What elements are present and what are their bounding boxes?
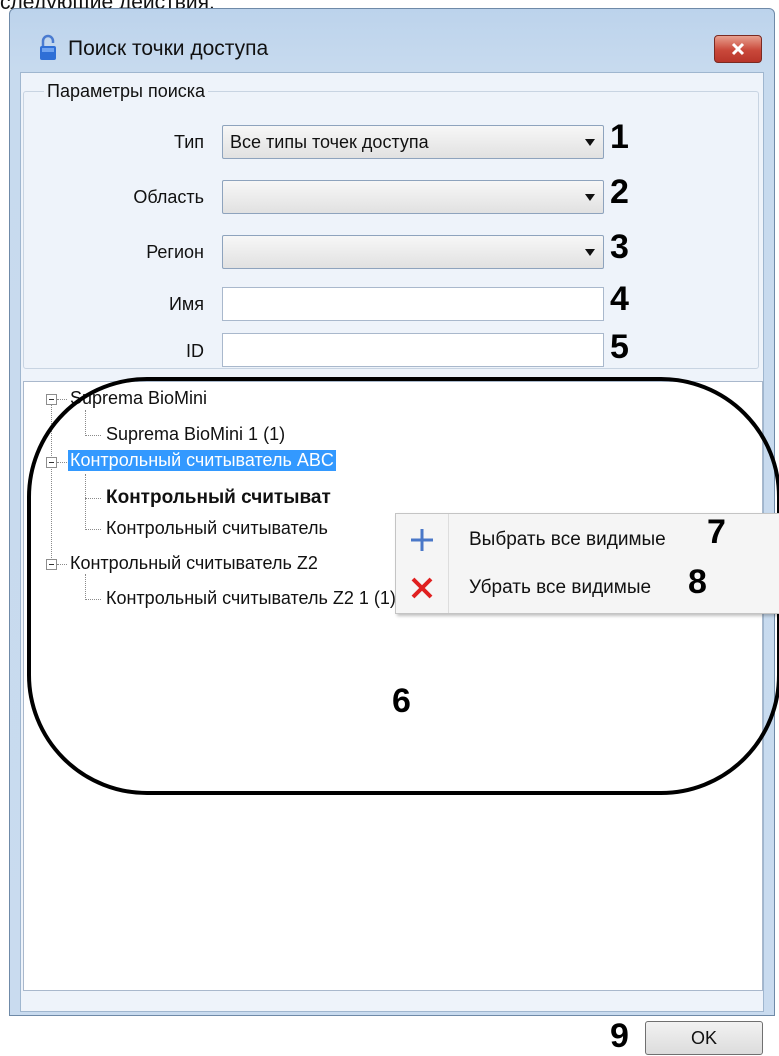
tree-line <box>85 410 86 436</box>
marker-4: 4 <box>610 280 629 318</box>
type-select-value: Все типы точек доступа <box>230 132 429 152</box>
marker-5: 5 <box>610 328 629 366</box>
id-label: ID <box>186 341 204 361</box>
collapse-icon[interactable] <box>46 457 57 468</box>
lock-icon <box>40 34 56 60</box>
search-params-legend: Параметры поиска <box>44 81 209 102</box>
marker-9: 9 <box>610 1017 629 1055</box>
chevron-down-icon <box>585 249 595 256</box>
tree-line <box>85 435 101 436</box>
area-label: Область <box>133 187 204 207</box>
marker-3: 3 <box>610 228 629 266</box>
plus-icon <box>411 529 433 551</box>
close-button[interactable] <box>714 35 762 63</box>
marker-2: 2 <box>610 173 629 211</box>
type-select[interactable]: Все типы точек доступа <box>222 125 604 159</box>
marker-7: 7 <box>707 513 726 551</box>
tree-node-selected[interactable]: Контрольный считыватель ABC <box>68 450 336 471</box>
tree-line <box>57 462 67 463</box>
ok-button[interactable]: OK <box>645 1021 763 1055</box>
dialog-body: Параметры поиска Тип Все типы точек дост… <box>20 72 779 1055</box>
type-label: Тип <box>173 132 204 152</box>
tree-node[interactable]: Контрольный считыватель <box>106 518 328 539</box>
access-point-tree[interactable]: Suprema BioMini Suprema BioMini 1 (1) Ко… <box>23 381 763 991</box>
area-select[interactable] <box>222 180 604 214</box>
cross-icon <box>411 577 433 599</box>
region-select[interactable] <box>222 235 604 269</box>
collapse-icon[interactable] <box>46 394 57 405</box>
tree-node[interactable]: Контрольный считыватель Z2 1 (1) <box>106 588 396 609</box>
tree-node[interactable]: Suprema BioMini <box>70 388 207 409</box>
tree-line <box>85 498 101 499</box>
search-params-group: Параметры поиска Тип Все типы точек дост… <box>23 81 759 369</box>
menu-item-label: Выбрать все видимые <box>469 529 666 550</box>
name-label: Имя <box>168 294 204 314</box>
title-bar: Поиск точки доступа <box>10 9 774 65</box>
tree-node[interactable]: Контрольный считыват <box>106 487 331 509</box>
tree-line <box>85 599 101 600</box>
chevron-down-icon <box>585 139 595 146</box>
marker-8: 8 <box>688 563 707 601</box>
search-access-point-dialog: Поиск точки доступа Параметры поиска Тип… <box>9 8 779 1055</box>
tree-line <box>51 404 52 566</box>
window-title: Поиск точки доступа <box>68 37 269 60</box>
marker-1: 1 <box>610 118 629 156</box>
tree-line <box>57 399 67 400</box>
tree-line <box>85 529 101 530</box>
tree-node[interactable]: Контрольный считыватель Z2 <box>70 553 318 574</box>
tree-node[interactable]: Suprema BioMini 1 (1) <box>106 424 285 445</box>
chevron-down-icon <box>585 194 595 201</box>
name-field[interactable] <box>222 287 604 321</box>
tree-line <box>85 474 86 530</box>
region-label: Регион <box>146 242 204 262</box>
tree-line <box>57 564 67 565</box>
menu-item-label: Убрать все видимые <box>469 577 652 598</box>
close-icon <box>731 42 745 56</box>
menu-item-deselect-all-visible[interactable]: Убрать все видимые <box>396 566 779 610</box>
marker-6: 6 <box>392 682 411 720</box>
collapse-icon[interactable] <box>46 559 57 570</box>
id-field[interactable] <box>222 333 604 367</box>
tree-line <box>85 574 86 600</box>
